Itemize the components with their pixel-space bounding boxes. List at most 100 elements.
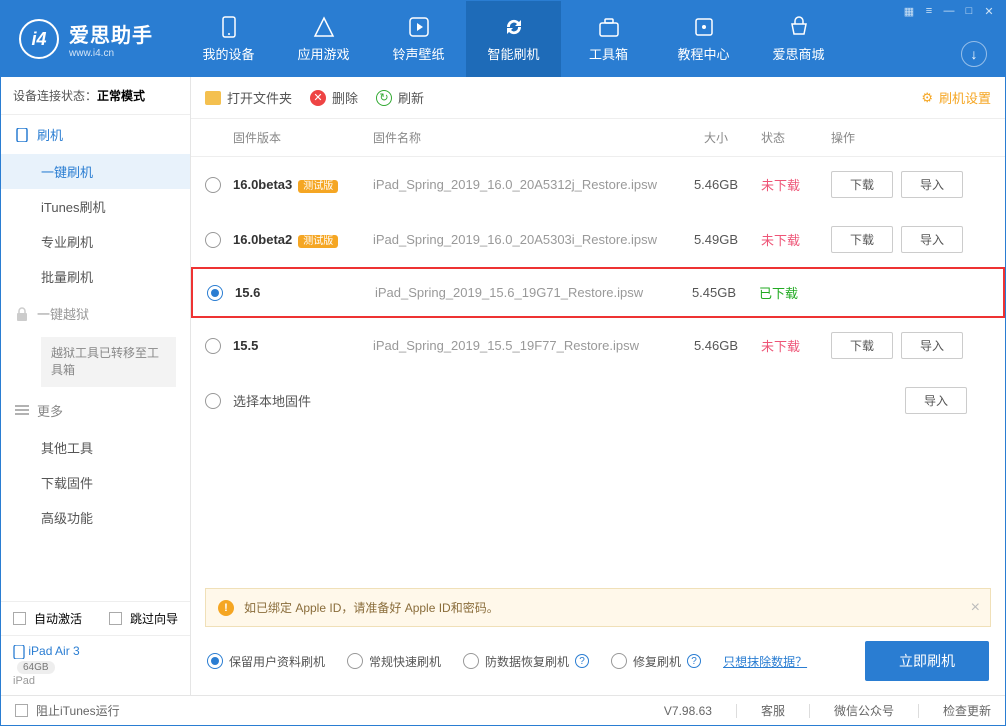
conn-label: 设备连接状态： [13,89,97,103]
local-firmware-row[interactable]: 选择本地固件导入 [191,373,1005,428]
wechat-link[interactable]: 微信公众号 [834,702,894,719]
nav-item[interactable]: 一键刷机 [1,154,190,189]
help-icon[interactable]: ? [575,654,589,668]
nav-item[interactable]: 专业刷机 [1,224,190,259]
nav-item[interactable]: iTunes刷机 [1,189,190,224]
row-radio[interactable] [205,177,221,193]
row-op-button[interactable]: 导入 [901,226,963,253]
warning-close-icon[interactable]: × [971,599,980,617]
tab-2[interactable]: 铃声壁纸 [371,1,466,77]
auto-activate-checkbox[interactable] [13,612,26,625]
version-text: V7.98.63 [664,704,712,718]
app-header: ▦ ≡ — □ ✕ i4 爱思助手 www.i4.cn 我的设备应用游戏铃声壁纸… [1,1,1005,77]
row-filename: iPad_Spring_2019_16.0_20A5303i_Restore.i… [373,232,671,247]
row-radio[interactable] [205,232,221,248]
sidebar-bottom: 自动激活 跳过向导 iPad Air 3 64GB iPad [1,601,190,695]
row-radio[interactable] [205,393,221,409]
row-op-button[interactable]: 下载 [831,226,893,253]
customer-service-link[interactable]: 客服 [761,702,785,719]
footer: 阻止iTunes运行 V7.98.63 客服 微信公众号 检查更新 [1,695,1005,725]
window-close-icon[interactable]: ✕ [979,3,999,19]
flash-options: 保留用户资料刷机 常规快速刷机 防数据恢复刷机? 修复刷机? 只想抹除数据？ 立… [191,627,1005,695]
skip-guide-checkbox[interactable] [109,612,122,625]
warning-text: 如已绑定 Apple ID，请准备好 Apple ID和密码。 [244,599,499,616]
firmware-row[interactable]: 15.5iPad_Spring_2019_15.5_19F77_Restore.… [191,318,1005,373]
window-grid-icon[interactable]: ▦ [899,3,919,19]
nav-group-more[interactable]: 更多 [1,391,190,430]
window-menu-icon[interactable]: ≡ [919,3,939,19]
row-version: 15.5 [233,338,373,353]
firmware-row[interactable]: 15.6iPad_Spring_2019_15.6_19G71_Restore.… [191,267,1005,318]
radio-icon [611,653,627,669]
jailbreak-note: 越狱工具已转移至工具箱 [41,337,176,387]
col-size: 大小 [671,129,761,146]
app-name: 爱思助手 [69,19,153,48]
nav-item[interactable]: 批量刷机 [1,259,190,294]
col-name: 固件名称 [373,129,671,146]
flash-now-button[interactable]: 立即刷机 [865,641,989,681]
radio-icon [207,653,223,669]
row-op-button[interactable]: 下载 [831,332,893,359]
tab-3[interactable]: 智能刷机 [466,1,561,77]
open-folder-label: 打开文件夹 [227,88,292,107]
beta-badge: 测试版 [298,235,338,248]
row-radio[interactable] [207,285,223,301]
tab-icon [218,16,240,38]
window-controls: ▦ ≡ — □ ✕ [899,3,999,19]
tab-icon [598,16,620,38]
row-op-button[interactable]: 导入 [901,171,963,198]
device-info[interactable]: iPad Air 3 64GB iPad [1,635,190,695]
block-itunes-label: 阻止iTunes运行 [36,702,120,719]
delete-button[interactable]: ✕ 删除 [310,88,358,107]
flash-icon [15,128,29,142]
nav-flash-label: 刷机 [37,125,63,144]
download-indicator-icon[interactable]: ↓ [961,41,987,67]
row-ops: 下载导入 [831,226,991,253]
sidebar-nav: 刷机 一键刷机iTunes刷机专业刷机批量刷机 一键越狱 越狱工具已转移至工具箱… [1,115,190,601]
tab-label: 智能刷机 [487,44,539,63]
tab-1[interactable]: 应用游戏 [276,1,371,77]
flash-settings-button[interactable]: ⚙ 刷机设置 [921,88,991,107]
check-update-link[interactable]: 检查更新 [943,702,991,719]
col-status: 状态 [761,129,831,146]
block-itunes-checkbox[interactable] [15,704,28,717]
row-op-button[interactable]: 导入 [901,332,963,359]
erase-only-link[interactable]: 只想抹除数据？ [723,653,807,670]
nav-item[interactable]: 其他工具 [1,430,190,465]
radio-icon [463,653,479,669]
nav-item[interactable]: 高级功能 [1,500,190,535]
tab-icon [503,16,525,38]
device-capacity: 64GB [17,661,55,674]
nav-jailbreak-label: 一键越狱 [37,304,89,323]
tab-5[interactable]: 教程中心 [656,1,751,77]
window-maximize-icon[interactable]: □ [959,3,979,19]
nav-group-flash[interactable]: 刷机 [1,115,190,154]
import-button[interactable]: 导入 [905,387,967,414]
tab-label: 工具箱 [589,44,628,63]
opt-fast[interactable]: 常规快速刷机 [347,653,441,670]
help-icon[interactable]: ? [687,654,701,668]
tab-0[interactable]: 我的设备 [181,1,276,77]
row-status: 未下载 [761,175,831,194]
row-op-button[interactable]: 下载 [831,171,893,198]
row-radio[interactable] [205,338,221,354]
open-folder-button[interactable]: 打开文件夹 [205,88,292,107]
row-size: 5.49GB [671,232,761,247]
auto-activate-label: 自动激活 [34,610,82,627]
opt-repair[interactable]: 修复刷机? [611,653,701,670]
opt-anti-recovery[interactable]: 防数据恢复刷机? [463,653,589,670]
tab-6[interactable]: 爱思商城 [751,1,846,77]
row-size: 5.46GB [671,177,761,192]
firmware-row[interactable]: 16.0beta3测试版iPad_Spring_2019_16.0_20A531… [191,157,1005,212]
flash-settings-label: 刷机设置 [939,88,991,107]
window-minimize-icon[interactable]: — [939,3,959,19]
row-ops: 下载导入 [831,332,991,359]
opt-keep-data[interactable]: 保留用户资料刷机 [207,653,325,670]
tab-4[interactable]: 工具箱 [561,1,656,77]
toolbar: 打开文件夹 ✕ 删除 ↻ 刷新 ⚙ 刷机设置 [191,77,1005,119]
device-name: iPad Air 3 [28,644,79,658]
nav-item[interactable]: 下载固件 [1,465,190,500]
refresh-button[interactable]: ↻ 刷新 [376,88,424,107]
logo-icon: i4 [19,19,59,59]
firmware-row[interactable]: 16.0beta2测试版iPad_Spring_2019_16.0_20A530… [191,212,1005,267]
